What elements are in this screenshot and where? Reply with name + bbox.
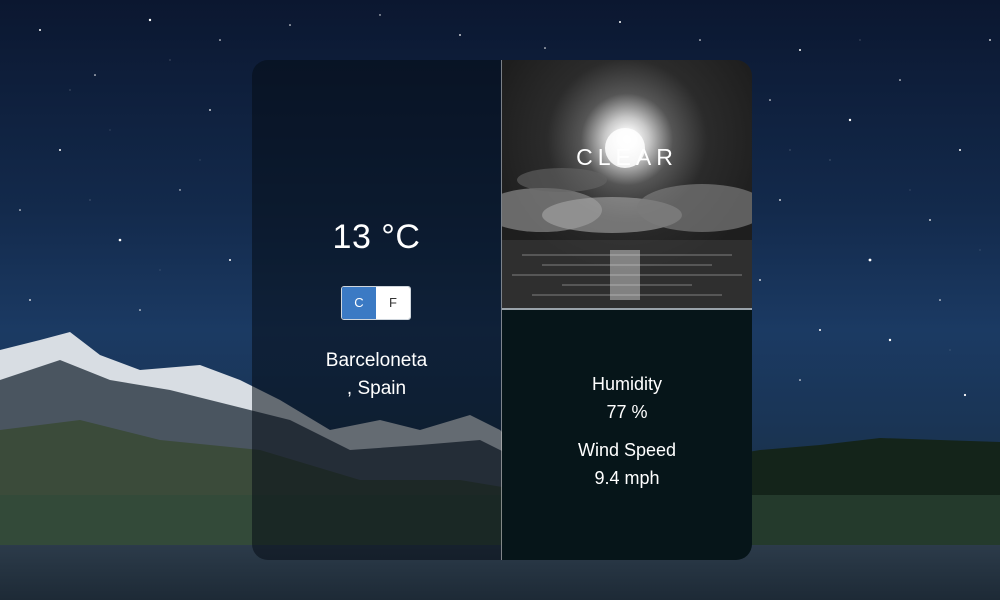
- temperature-panel: 13 °C C F Barceloneta , Spain: [252, 60, 502, 560]
- details-panel: CLEAR Humidity 77 % Wind Speed 9.4 mph: [502, 60, 752, 560]
- wind-speed-value: 9.4 mph: [594, 468, 660, 488]
- fahrenheit-button[interactable]: F: [376, 287, 410, 319]
- stats-box: Humidity 77 % Wind Speed 9.4 mph: [502, 310, 752, 560]
- wind-speed-label: Wind Speed: [577, 440, 677, 460]
- weather-card: 13 °C C F Barceloneta , Spain CLEAR Humi…: [252, 60, 752, 560]
- location-city: Barceloneta: [325, 350, 428, 371]
- moon-over-clouds-image: [502, 128, 752, 308]
- temperature-value: 13 °C: [332, 218, 421, 256]
- condition-box: CLEAR: [502, 60, 752, 310]
- humidity-value: 77 %: [606, 402, 648, 422]
- celsius-button[interactable]: C: [342, 287, 376, 319]
- location-country: , Spain: [346, 378, 407, 399]
- condition-text: CLEAR: [576, 144, 678, 170]
- humidity-label: Humidity: [591, 374, 662, 394]
- location: Barceloneta , Spain: [252, 347, 501, 403]
- unit-toggle: C F: [341, 286, 411, 320]
